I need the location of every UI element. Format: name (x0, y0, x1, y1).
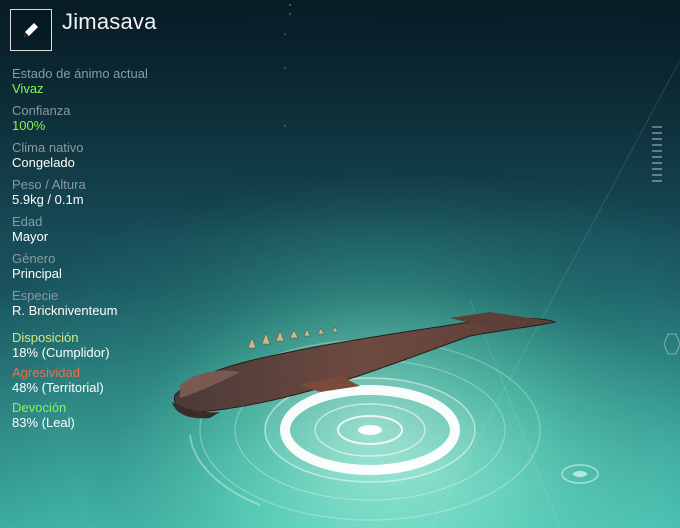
creature-name: Jimasava (62, 9, 157, 34)
stat-label: Género (12, 251, 56, 266)
stat-value: Principal (12, 266, 62, 281)
stat-value: R. Brickniventeum (12, 303, 118, 318)
creature-stats: Estado de ánimo actual Vivaz Confianza 1… (12, 66, 232, 325)
stat-label: Clima nativo (12, 140, 84, 155)
stat-value: Vivaz (12, 81, 44, 96)
trait-devotion: Devoción 83% (Leal) (12, 400, 232, 431)
stat-value: 5.9kg / 0.1m (12, 192, 84, 207)
creature-traits: Disposición 18% (Cumplidor) Agresividad … (12, 330, 232, 435)
trait-label: Agresividad (12, 365, 80, 380)
platform-rings (189, 339, 599, 521)
stat-label: Confianza (12, 103, 71, 118)
stat-label: Estado de ánimo actual (12, 66, 148, 81)
trait-aggression: Agresividad 48% (Territorial) (12, 365, 232, 396)
stat-value: 100% (12, 118, 46, 133)
stat-age: Edad Mayor (12, 214, 232, 245)
trait-value: 48% (Territorial) (12, 380, 104, 395)
stat-climate: Clima nativo Congelado (12, 140, 232, 171)
stat-species: Especie R. Brickniventeum (12, 288, 232, 319)
pencil-icon (24, 23, 38, 37)
side-indicator (652, 126, 662, 182)
grid-pattern (284, 3, 292, 127)
stat-label: Edad (12, 214, 43, 229)
stat-label: Especie (12, 288, 59, 303)
stat-value: Mayor (12, 229, 49, 244)
trait-value: 83% (Leal) (12, 415, 75, 430)
stat-value: Congelado (12, 155, 75, 170)
edit-name-button[interactable] (10, 9, 52, 51)
stat-trust: Confianza 100% (12, 103, 232, 134)
trait-label: Devoción (12, 400, 67, 415)
trait-value: 18% (Cumplidor) (12, 345, 110, 360)
stat-label: Peso / Altura (12, 177, 86, 192)
trait-label: Disposición (12, 330, 79, 345)
stat-gender: Género Principal (12, 251, 232, 282)
hex-icon (663, 333, 680, 355)
stat-mood: Estado de ánimo actual Vivaz (12, 66, 232, 97)
light-beams (429, 59, 680, 528)
trait-disposition: Disposición 18% (Cumplidor) (12, 330, 232, 361)
stat-weight-height: Peso / Altura 5.9kg / 0.1m (12, 177, 232, 208)
